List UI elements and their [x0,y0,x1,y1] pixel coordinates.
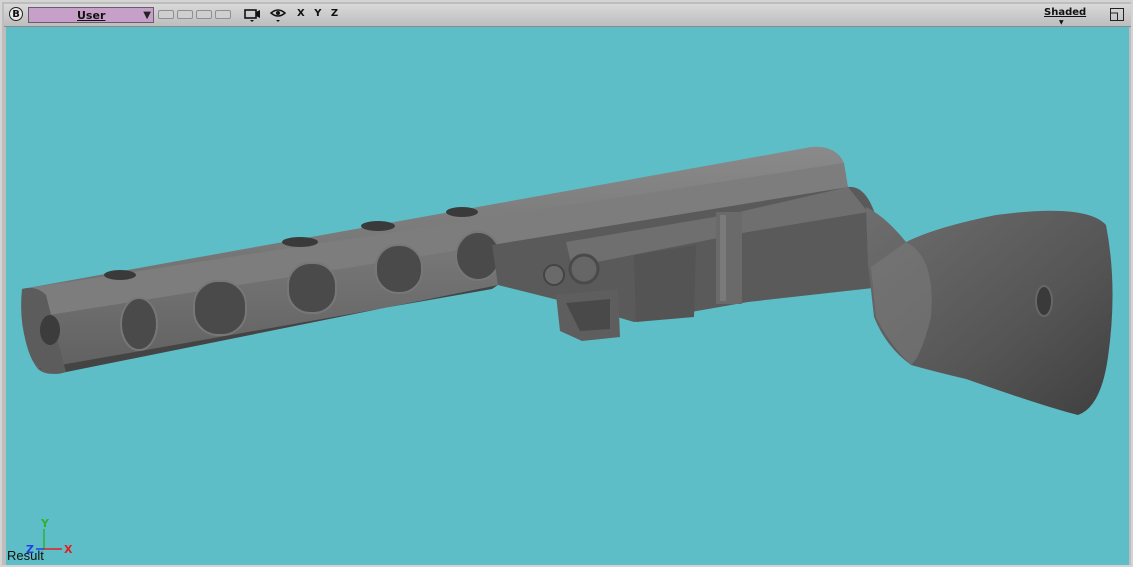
shading-mode-button[interactable]: Shaded [1044,7,1086,18]
eye-icon[interactable] [270,7,286,23]
3d-viewport[interactable]: Y Z X [6,27,1129,565]
bookmark-slot[interactable] [196,10,212,19]
camera-select[interactable]: User ▼ [28,7,154,23]
bookmark-slot[interactable] [215,10,231,19]
bookmark-slot[interactable] [158,10,174,19]
b-button[interactable]: B [9,7,23,21]
camera-select-label: User [77,9,106,22]
viewport-toolbar: B User ▼ X Y Z Shaded ▼ [4,4,1131,27]
status-label: Result [7,548,44,563]
camera-icon[interactable] [244,7,262,23]
axis-x-label: X [64,543,73,556]
axis-y-label: Y [40,517,50,530]
maximize-icon[interactable] [1110,8,1124,21]
viewport-window: B User ▼ X Y Z Shaded ▼ Y Z X Result [0,0,1133,567]
bookmark-slot[interactable] [177,10,193,19]
axes-toggle[interactable]: X Y Z [297,8,341,19]
chevron-down-icon: ▼ [1059,19,1064,26]
gun-model [21,146,1113,415]
dropdown-arrow-icon: ▼ [143,10,151,21]
